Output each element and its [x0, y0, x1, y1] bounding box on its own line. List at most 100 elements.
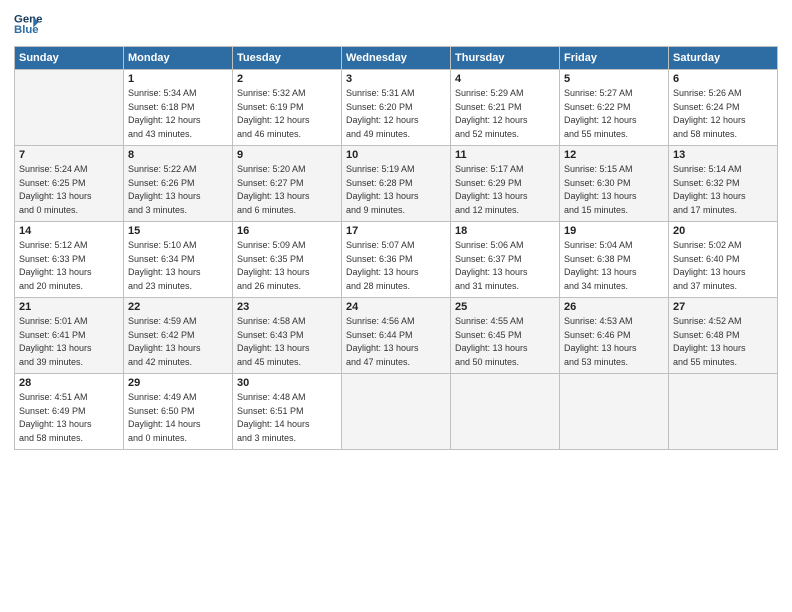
- calendar-cell: [451, 374, 560, 450]
- calendar-cell: 14 Sunrise: 5:12 AM Sunset: 6:33 PM Dayli…: [15, 222, 124, 298]
- day-number: 10: [346, 149, 446, 161]
- header: General Blue: [14, 10, 778, 38]
- day-number: 1: [128, 73, 228, 85]
- day-info: Sunrise: 5:26 AM Sunset: 6:24 PM Dayligh…: [673, 87, 773, 141]
- day-info: Sunrise: 5:14 AM Sunset: 6:32 PM Dayligh…: [673, 163, 773, 217]
- weekday-header-cell: Monday: [124, 47, 233, 70]
- day-number: 22: [128, 301, 228, 313]
- day-number: 11: [455, 149, 555, 161]
- calendar-cell: 12Sunrise: 5:15 AM Sunset: 6:30 PM Dayli…: [560, 146, 669, 222]
- weekday-header-cell: Friday: [560, 47, 669, 70]
- day-info: Sunrise: 4:52 AM Sunset: 6:48 PM Dayligh…: [673, 315, 773, 369]
- weekday-header-row: SundayMondayTuesdayWednesdayThursdayFrid…: [15, 47, 778, 70]
- day-number: 21: [19, 301, 119, 313]
- day-info: Sunrise: 4:55 AM Sunset: 6:45 PM Dayligh…: [455, 315, 555, 369]
- day-info: Sunrise: 5:07 AM Sunset: 6:36 PM Dayligh…: [346, 239, 446, 293]
- day-info: Sunrise: 4:59 AM Sunset: 6:42 PM Dayligh…: [128, 315, 228, 369]
- day-info: Sunrise: 5:31 AM Sunset: 6:20 PM Dayligh…: [346, 87, 446, 141]
- day-info: Sunrise: 5:12 AM Sunset: 6:33 PM Dayligh…: [19, 239, 119, 293]
- day-number: 24: [346, 301, 446, 313]
- calendar-cell: 8Sunrise: 5:22 AM Sunset: 6:26 PM Daylig…: [124, 146, 233, 222]
- calendar-cell: 5 Sunrise: 5:27 AM Sunset: 6:22 PM Daylig…: [560, 70, 669, 146]
- calendar-cell: 3 Sunrise: 5:31 AM Sunset: 6:20 PM Daylig…: [342, 70, 451, 146]
- calendar-cell: [342, 374, 451, 450]
- day-number: 25: [455, 301, 555, 313]
- day-number: 5: [564, 73, 664, 85]
- calendar-week-row: 1Sunrise: 5:34 AM Sunset: 6:18 PM Daylig…: [15, 70, 778, 146]
- calendar-body: 1Sunrise: 5:34 AM Sunset: 6:18 PM Daylig…: [15, 70, 778, 450]
- day-number: 8: [128, 149, 228, 161]
- day-info: Sunrise: 5:29 AM Sunset: 6:21 PM Dayligh…: [455, 87, 555, 141]
- calendar-cell: 22 Sunrise: 4:59 AM Sunset: 6:42 PM Dayli…: [124, 298, 233, 374]
- calendar-cell: 20Sunrise: 5:02 AM Sunset: 6:40 PM Dayli…: [669, 222, 778, 298]
- calendar-week-row: 7 Sunrise: 5:24 AM Sunset: 6:25 PM Daylig…: [15, 146, 778, 222]
- calendar-cell: 1Sunrise: 5:34 AM Sunset: 6:18 PM Daylig…: [124, 70, 233, 146]
- day-number: 16: [237, 225, 337, 237]
- calendar-cell: 21Sunrise: 5:01 AM Sunset: 6:41 PM Dayli…: [15, 298, 124, 374]
- day-info: Sunrise: 5:17 AM Sunset: 6:29 PM Dayligh…: [455, 163, 555, 217]
- day-info: Sunrise: 5:10 AM Sunset: 6:34 PM Dayligh…: [128, 239, 228, 293]
- calendar-cell: 13 Sunrise: 5:14 AM Sunset: 6:32 PM Dayli…: [669, 146, 778, 222]
- calendar-week-row: 14 Sunrise: 5:12 AM Sunset: 6:33 PM Dayli…: [15, 222, 778, 298]
- day-number: 4: [455, 73, 555, 85]
- day-number: 9: [237, 149, 337, 161]
- logo-icon: General Blue: [14, 10, 42, 38]
- calendar-cell: 18 Sunrise: 5:06 AM Sunset: 6:37 PM Dayli…: [451, 222, 560, 298]
- day-number: 7: [19, 149, 119, 161]
- weekday-header-cell: Thursday: [451, 47, 560, 70]
- calendar-table: SundayMondayTuesdayWednesdayThursdayFrid…: [14, 46, 778, 450]
- calendar-cell: 2 Sunrise: 5:32 AM Sunset: 6:19 PM Daylig…: [233, 70, 342, 146]
- weekday-header-cell: Sunday: [15, 47, 124, 70]
- calendar-cell: 15 Sunrise: 5:10 AM Sunset: 6:34 PM Dayli…: [124, 222, 233, 298]
- day-info: Sunrise: 4:53 AM Sunset: 6:46 PM Dayligh…: [564, 315, 664, 369]
- day-info: Sunrise: 4:51 AM Sunset: 6:49 PM Dayligh…: [19, 391, 119, 445]
- day-number: 29: [128, 377, 228, 389]
- day-number: 20: [673, 225, 773, 237]
- calendar-cell: [669, 374, 778, 450]
- day-info: Sunrise: 4:49 AM Sunset: 6:50 PM Dayligh…: [128, 391, 228, 445]
- day-number: 12: [564, 149, 664, 161]
- day-number: 30: [237, 377, 337, 389]
- day-number: 3: [346, 73, 446, 85]
- day-info: Sunrise: 5:04 AM Sunset: 6:38 PM Dayligh…: [564, 239, 664, 293]
- calendar-cell: 27 Sunrise: 4:52 AM Sunset: 6:48 PM Dayli…: [669, 298, 778, 374]
- calendar-cell: 28 Sunrise: 4:51 AM Sunset: 6:49 PM Dayli…: [15, 374, 124, 450]
- calendar-cell: 7 Sunrise: 5:24 AM Sunset: 6:25 PM Daylig…: [15, 146, 124, 222]
- calendar-cell: 25 Sunrise: 4:55 AM Sunset: 6:45 PM Dayli…: [451, 298, 560, 374]
- calendar-cell: 11 Sunrise: 5:17 AM Sunset: 6:29 PM Dayli…: [451, 146, 560, 222]
- calendar-cell: [15, 70, 124, 146]
- day-info: Sunrise: 5:09 AM Sunset: 6:35 PM Dayligh…: [237, 239, 337, 293]
- day-info: Sunrise: 5:19 AM Sunset: 6:28 PM Dayligh…: [346, 163, 446, 217]
- day-info: Sunrise: 5:32 AM Sunset: 6:19 PM Dayligh…: [237, 87, 337, 141]
- calendar-cell: 17Sunrise: 5:07 AM Sunset: 6:36 PM Dayli…: [342, 222, 451, 298]
- day-info: Sunrise: 4:56 AM Sunset: 6:44 PM Dayligh…: [346, 315, 446, 369]
- day-number: 28: [19, 377, 119, 389]
- calendar-week-row: 28 Sunrise: 4:51 AM Sunset: 6:49 PM Dayli…: [15, 374, 778, 450]
- day-info: Sunrise: 5:06 AM Sunset: 6:37 PM Dayligh…: [455, 239, 555, 293]
- day-info: Sunrise: 5:27 AM Sunset: 6:22 PM Dayligh…: [564, 87, 664, 141]
- calendar-cell: 4 Sunrise: 5:29 AM Sunset: 6:21 PM Daylig…: [451, 70, 560, 146]
- day-number: 2: [237, 73, 337, 85]
- calendar-cell: 29 Sunrise: 4:49 AM Sunset: 6:50 PM Dayli…: [124, 374, 233, 450]
- logo: General Blue: [14, 10, 42, 38]
- day-info: Sunrise: 4:58 AM Sunset: 6:43 PM Dayligh…: [237, 315, 337, 369]
- day-number: 6: [673, 73, 773, 85]
- calendar-cell: 19 Sunrise: 5:04 AM Sunset: 6:38 PM Dayli…: [560, 222, 669, 298]
- day-number: 14: [19, 225, 119, 237]
- day-number: 13: [673, 149, 773, 161]
- weekday-header-cell: Saturday: [669, 47, 778, 70]
- calendar-cell: 26 Sunrise: 4:53 AM Sunset: 6:46 PM Dayli…: [560, 298, 669, 374]
- day-number: 19: [564, 225, 664, 237]
- day-number: 26: [564, 301, 664, 313]
- weekday-header-cell: Wednesday: [342, 47, 451, 70]
- calendar-page: General Blue SundayMondayTuesdayWednesda…: [0, 0, 792, 612]
- day-info: Sunrise: 4:48 AM Sunset: 6:51 PM Dayligh…: [237, 391, 337, 445]
- calendar-cell: 10 Sunrise: 5:19 AM Sunset: 6:28 PM Dayli…: [342, 146, 451, 222]
- day-number: 18: [455, 225, 555, 237]
- calendar-cell: 23Sunrise: 4:58 AM Sunset: 6:43 PM Dayli…: [233, 298, 342, 374]
- calendar-week-row: 21Sunrise: 5:01 AM Sunset: 6:41 PM Dayli…: [15, 298, 778, 374]
- day-number: 15: [128, 225, 228, 237]
- day-info: Sunrise: 5:24 AM Sunset: 6:25 PM Dayligh…: [19, 163, 119, 217]
- calendar-cell: 24 Sunrise: 4:56 AM Sunset: 6:44 PM Dayli…: [342, 298, 451, 374]
- day-number: 27: [673, 301, 773, 313]
